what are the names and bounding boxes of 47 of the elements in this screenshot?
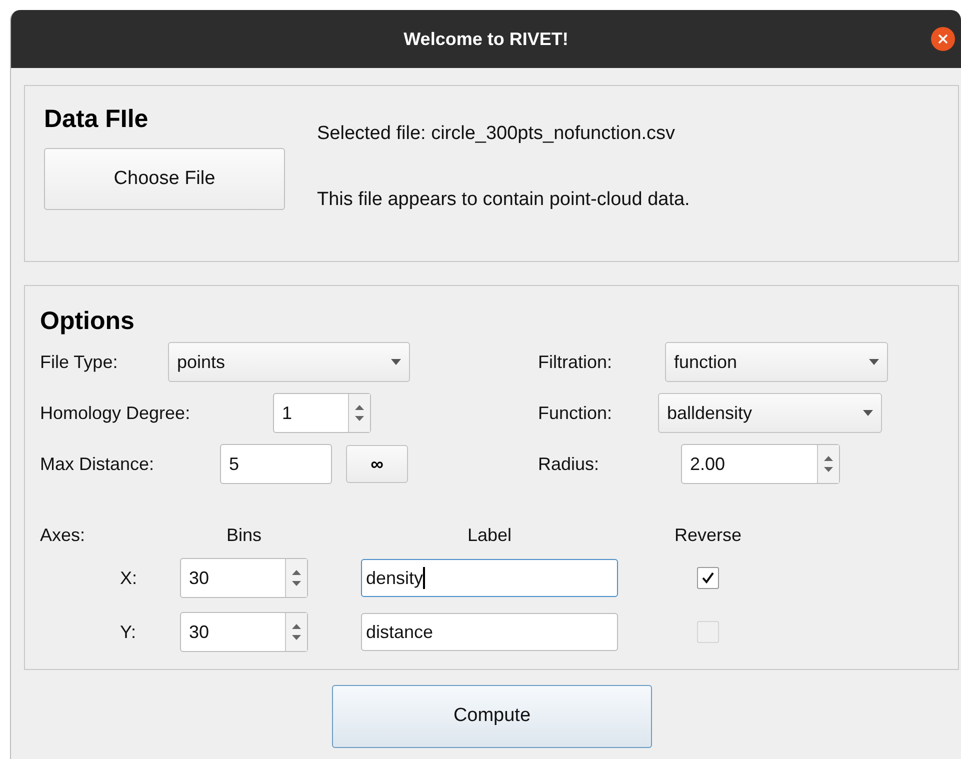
field-label: Filtration: [538,350,614,374]
spin-box[interactable]: 1 [273,393,371,433]
dropdown-caret-icon [863,410,873,416]
step-down-icon[interactable] [824,467,833,472]
dropdown-caret-icon [391,359,401,365]
field-label: Function: [538,402,614,424]
spin-stepper[interactable] [285,559,307,597]
field-label: File Type: [40,350,119,374]
input-field[interactable]: density [361,559,618,597]
column-header: Label [466,524,513,546]
group-heading: Options [40,306,136,336]
compute-button[interactable]: Compute [332,685,652,748]
dropdown-caret-icon [869,359,879,365]
file-info-text: This file appears to contain point-cloud data. [317,188,690,212]
step-up-icon[interactable] [292,624,301,629]
field-label: Homology Degree: [40,402,192,425]
spin-stepper[interactable] [817,445,839,483]
spin-box[interactable]: 2.00 [681,444,840,484]
step-down-icon[interactable] [292,635,301,640]
input-field[interactable]: 5 [220,444,332,484]
step-up-icon[interactable] [292,570,301,575]
spin-stepper[interactable] [348,394,370,432]
selected-file-text: Selected file: circle_300pts_nofunction.csv [317,122,676,146]
column-header: Reverse [673,524,743,546]
close-button[interactable] [931,27,955,51]
window-title: Welcome to RIVET! [404,28,568,50]
axis-label: X: [119,566,138,590]
field-label: Radius: [538,452,600,476]
choose-file-button[interactable]: Choose File [44,148,285,210]
reverse-checkbox[interactable] [697,567,719,589]
dropdown[interactable]: points [168,342,410,382]
infinity-button[interactable]: ∞ [346,445,408,483]
dropdown[interactable]: function [665,342,888,382]
field-label: Max Distance: [40,452,156,476]
dropdown[interactable]: balldensity [658,393,882,433]
spin-stepper[interactable] [285,613,307,651]
step-up-icon[interactable] [824,456,833,461]
checkmark-icon [701,571,715,585]
spin-box[interactable]: 30 [180,558,308,598]
column-header: Bins [225,524,262,546]
group-heading: Data FIle [44,104,150,134]
step-down-icon[interactable] [292,581,301,586]
axis-label: Y: [119,620,138,644]
column-header: Axes: [40,524,86,546]
step-down-icon[interactable] [355,416,364,421]
close-icon [938,34,948,44]
step-up-icon[interactable] [355,405,364,410]
